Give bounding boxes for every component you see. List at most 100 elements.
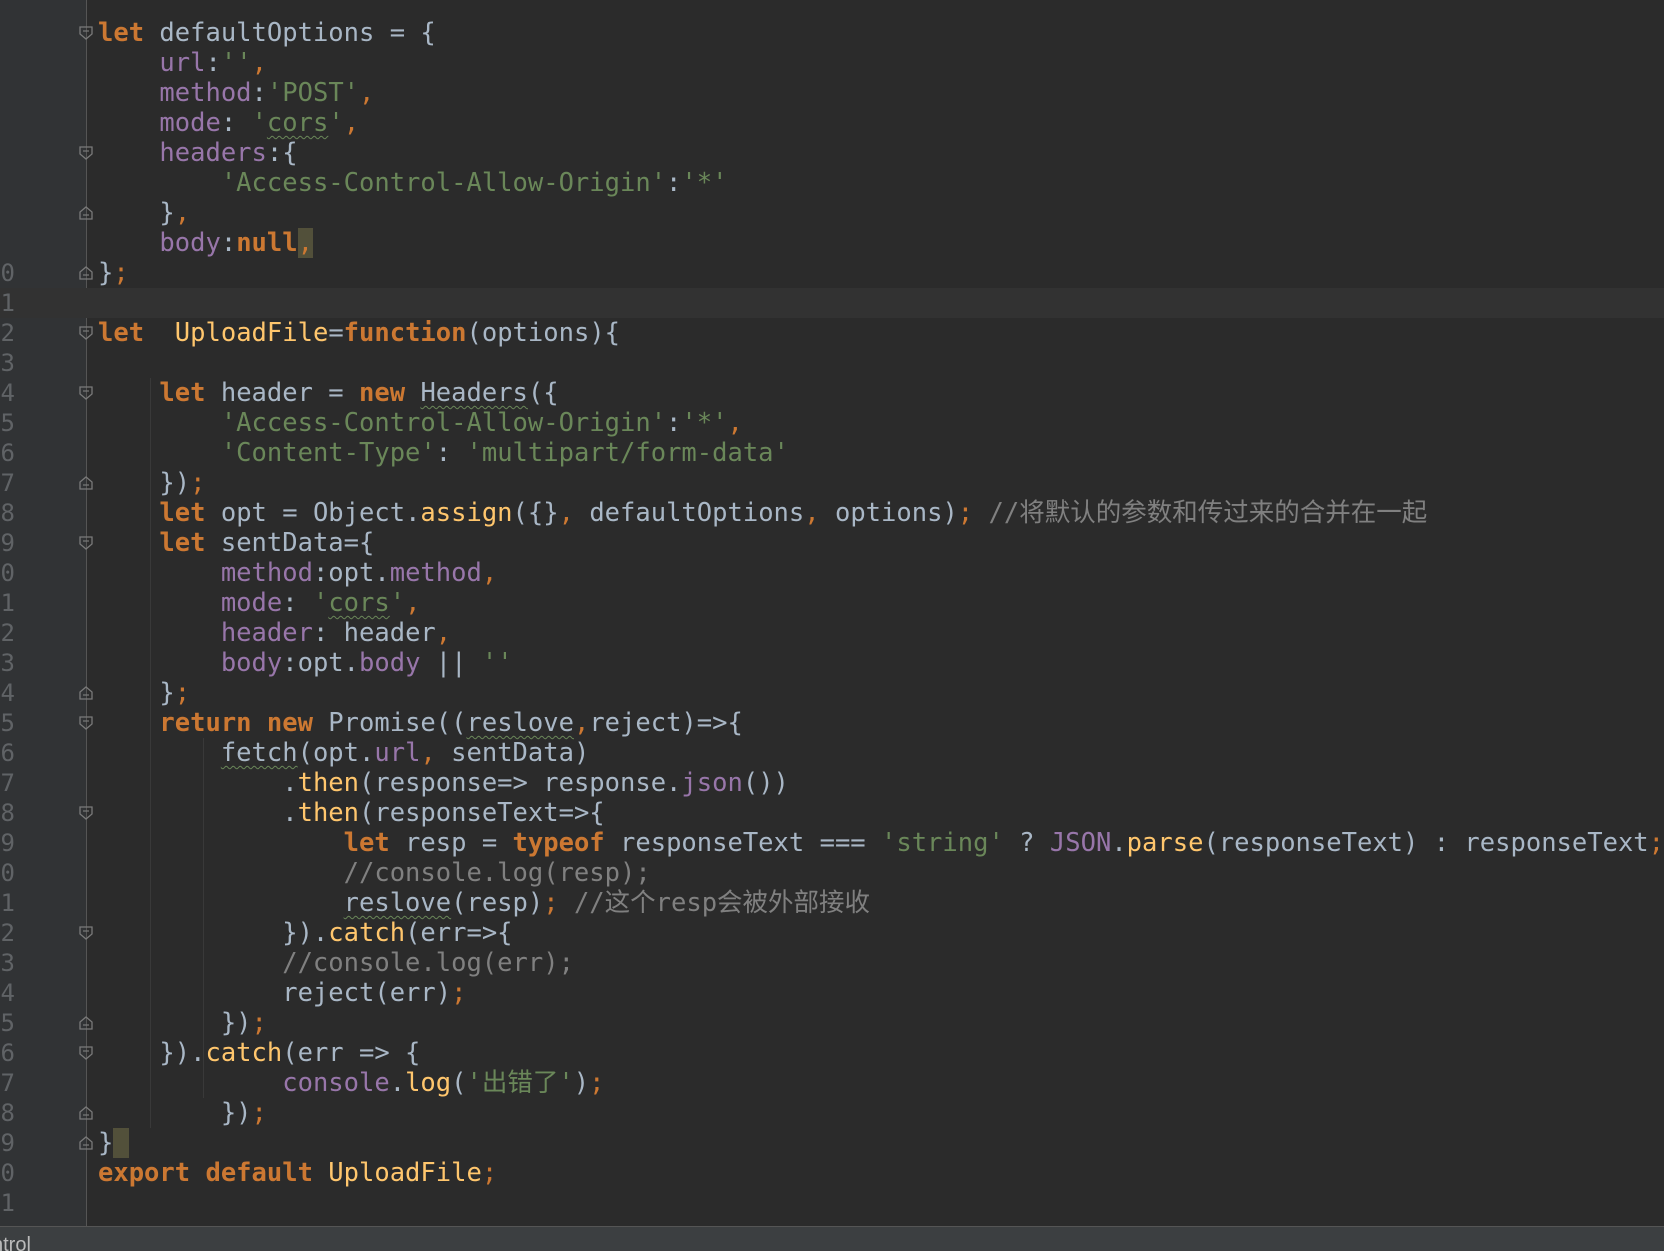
code-line[interactable]: 15 'Access-Control-Allow-Origin':'*', — [0, 408, 1664, 438]
fold-collapse-icon[interactable] — [78, 806, 94, 820]
code-editor[interactable]: 12let defaultOptions = {3 url:'',4 metho… — [0, 0, 1664, 1226]
code-text[interactable]: .then(responseText=>{ — [98, 798, 604, 828]
code-text[interactable]: 'Access-Control-Allow-Origin':'*', — [98, 408, 743, 438]
code-text[interactable]: url:'', — [98, 48, 267, 78]
code-line[interactable]: 2 let defaultOptions = { — [0, 18, 1664, 48]
code-text[interactable]: //console.log(err); — [98, 948, 574, 978]
code-text[interactable]: let resp = typeof responseText === 'stri… — [98, 828, 1664, 858]
code-line[interactable]: 13 — [0, 348, 1664, 378]
code-token: url — [374, 738, 421, 768]
code-line[interactable]: 35 }); — [0, 1008, 1664, 1038]
code-line[interactable]: 21 mode: 'cors', — [0, 588, 1664, 618]
code-token: ; — [190, 468, 206, 498]
fold-end-icon[interactable] — [78, 206, 94, 220]
code-text[interactable]: headers:{ — [98, 138, 297, 168]
code-text[interactable]: method:opt.method, — [98, 558, 497, 588]
fold-end-icon[interactable] — [78, 686, 94, 700]
code-text[interactable]: console.log('出错了'); — [98, 1068, 604, 1098]
code-line[interactable]: 3 url:'', — [0, 48, 1664, 78]
fold-end-icon[interactable] — [78, 266, 94, 280]
code-line[interactable]: 29 let resp = typeof responseText === 's… — [0, 828, 1664, 858]
code-line[interactable]: 40 export default UploadFile; — [0, 1158, 1664, 1188]
code-line[interactable]: 16 'Content-Type': 'multipart/form-data' — [0, 438, 1664, 468]
code-text[interactable]: }); — [98, 1008, 267, 1038]
fold-end-icon[interactable] — [78, 1136, 94, 1150]
code-text[interactable]: }, — [98, 198, 190, 228]
code-line[interactable]: 28 .then(responseText=>{ — [0, 798, 1664, 828]
code-line[interactable]: 5 mode: 'cors', — [0, 108, 1664, 138]
code-line[interactable]: 30 //console.log(resp); — [0, 858, 1664, 888]
code-text[interactable]: reject(err); — [98, 978, 466, 1008]
code-text[interactable]: 'Content-Type': 'multipart/form-data' — [98, 438, 789, 468]
code-line[interactable]: 36 }).catch(err => { — [0, 1038, 1664, 1068]
fold-end-icon[interactable] — [78, 476, 94, 490]
fold-collapse-icon[interactable] — [78, 926, 94, 940]
code-text[interactable]: let UploadFile=function(options){ — [98, 318, 620, 348]
code-line[interactable]: 17 }); — [0, 468, 1664, 498]
code-line[interactable]: 25 return new Promise((reslove,reject)=>… — [0, 708, 1664, 738]
code-text[interactable]: }).catch(err=>{ — [98, 918, 512, 948]
code-line[interactable]: 37 console.log('出错了'); — [0, 1068, 1664, 1098]
code-text[interactable]: 'Access-Control-Allow-Origin':'*' — [98, 168, 728, 198]
code-text[interactable]: method:'POST', — [98, 78, 374, 108]
code-line[interactable]: 31 reslove(resp); //这个resp会被外部接收 — [0, 888, 1664, 918]
code-line[interactable]: 19 let sentData={ — [0, 528, 1664, 558]
code-text[interactable]: }).catch(err => { — [98, 1038, 420, 1068]
code-text[interactable]: body:null, — [98, 228, 313, 258]
code-text[interactable]: mode: 'cors', — [98, 108, 359, 138]
code-text[interactable]: fetch(opt.url, sentData) — [98, 738, 589, 768]
code-line[interactable]: 38 }); — [0, 1098, 1664, 1128]
code-line[interactable]: 39} — [0, 1128, 1664, 1158]
code-line[interactable]: 26 fetch(opt.url, sentData) — [0, 738, 1664, 768]
code-line[interactable]: 6 headers:{ — [0, 138, 1664, 168]
code-line[interactable]: 14 let header = new Headers({ — [0, 378, 1664, 408]
code-line[interactable]: 27 .then(response=> response.json()) — [0, 768, 1664, 798]
code-line[interactable]: 10}; — [0, 258, 1664, 288]
code-text[interactable]: reslove(resp); //这个resp会被外部接收 — [98, 888, 870, 918]
code-text[interactable]: }; — [98, 678, 190, 708]
code-text[interactable]: .then(response=> response.json()) — [98, 768, 789, 798]
code-text[interactable]: } — [98, 1128, 129, 1158]
code-line[interactable]: 32 }).catch(err=>{ — [0, 918, 1664, 948]
code-line[interactable]: 20 method:opt.method, — [0, 558, 1664, 588]
code-lines[interactable]: 12let defaultOptions = {3 url:'',4 metho… — [0, 0, 1664, 1218]
code-line[interactable]: 7 'Access-Control-Allow-Origin':'*' — [0, 168, 1664, 198]
code-text[interactable]: }); — [98, 468, 205, 498]
code-line[interactable]: 11 — [0, 288, 1664, 318]
code-line[interactable]: 12 let UploadFile=function(options){ — [0, 318, 1664, 348]
fold-end-icon[interactable] — [78, 1106, 94, 1120]
code-line[interactable]: 33 //console.log(err); — [0, 948, 1664, 978]
fold-collapse-icon[interactable] — [78, 26, 94, 40]
code-text[interactable]: body:opt.body || '' — [98, 648, 513, 678]
code-text[interactable]: mode: 'cors', — [98, 588, 421, 618]
code-line[interactable]: 24 }; — [0, 678, 1664, 708]
fold-collapse-icon[interactable] — [78, 1046, 94, 1060]
code-text[interactable]: let opt = Object.assign({}, defaultOptio… — [98, 498, 1427, 528]
code-line[interactable]: 18 let opt = Object.assign({}, defaultOp… — [0, 498, 1664, 528]
code-line[interactable]: 22 header: header, — [0, 618, 1664, 648]
code-token: ; — [174, 678, 191, 708]
code-text[interactable]: let sentData={ — [98, 528, 374, 558]
code-text[interactable]: let header = new Headers({ — [98, 378, 558, 408]
code-text[interactable]: //console.log(resp); — [98, 858, 651, 888]
fold-collapse-icon[interactable] — [78, 716, 94, 730]
code-token: (err => { — [282, 1038, 421, 1068]
code-text[interactable]: return new Promise((reslove,reject)=>{ — [98, 708, 742, 738]
code-line[interactable]: 1 — [0, 0, 1664, 18]
code-line[interactable]: 41 — [0, 1188, 1664, 1218]
fold-collapse-icon[interactable] — [78, 536, 94, 550]
code-line[interactable]: 23 body:opt.body || '' — [0, 648, 1664, 678]
code-text[interactable]: export default UploadFile; — [98, 1158, 497, 1188]
fold-end-icon[interactable] — [78, 1016, 94, 1030]
code-line[interactable]: 4 method:'POST', — [0, 78, 1664, 108]
fold-collapse-icon[interactable] — [78, 326, 94, 340]
fold-collapse-icon[interactable] — [78, 146, 94, 160]
fold-collapse-icon[interactable] — [78, 386, 94, 400]
code-line[interactable]: 34 reject(err); — [0, 978, 1664, 1008]
code-line[interactable]: 9 body:null, — [0, 228, 1664, 258]
code-text[interactable]: }; — [98, 258, 129, 288]
code-token: '' — [220, 48, 252, 78]
code-line[interactable]: 8 }, — [0, 198, 1664, 228]
code-text[interactable]: let defaultOptions = { — [98, 18, 436, 48]
code-text[interactable]: }); — [98, 1098, 267, 1128]
